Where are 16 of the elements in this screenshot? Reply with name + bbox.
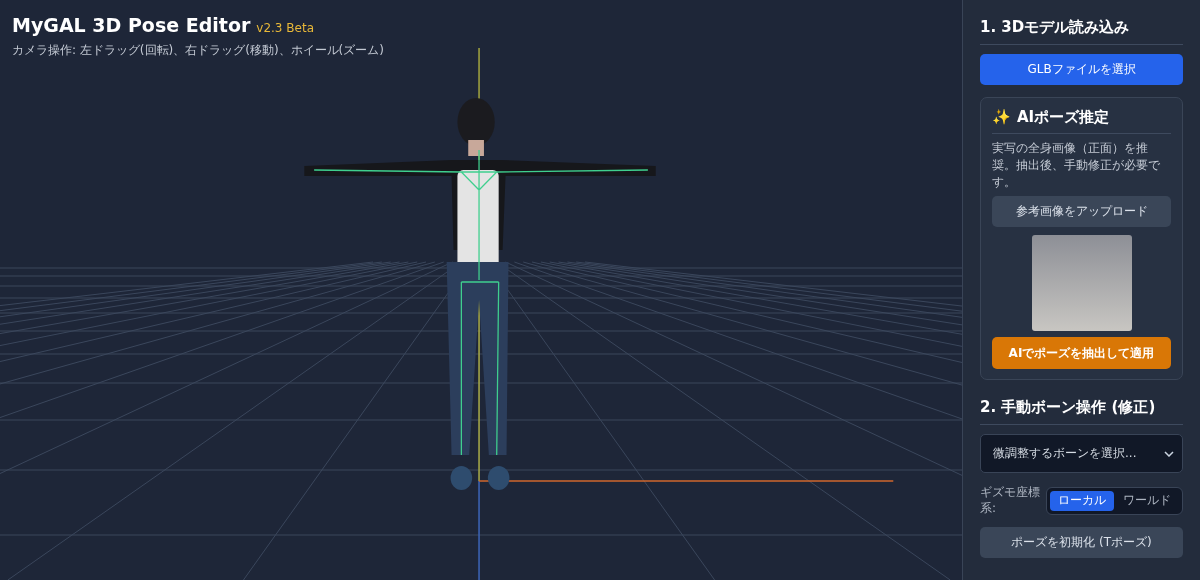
section-title: 1. 3Dモデル読み込み: [980, 14, 1183, 45]
reset-pose-button[interactable]: ポーズを初期化 (Tポーズ): [980, 526, 1183, 558]
camera-hint: カメラ操作: 左ドラッグ(回転)、右ドラッグ(移動)、ホイール(ズーム): [12, 42, 384, 59]
bone-select[interactable]: 微調整するボーンを選択...: [980, 434, 1183, 474]
upload-button[interactable]: 参考画像をアップロード: [992, 196, 1171, 228]
section-title: 2. 手動ボーン操作 (修正): [980, 394, 1183, 426]
gizmo-option[interactable]: ワールド: [1115, 491, 1179, 511]
app-title: MyGAL 3D Pose Editor: [12, 14, 251, 36]
card-description: 実写の全身画像（正面）を推奨。抽出後、手動修正が必要です。: [992, 140, 1161, 191]
card-title: AIポーズ推定: [1017, 108, 1110, 127]
sparkles-icon: ✨: [992, 108, 1011, 127]
version-label: v2.3 Beta: [256, 21, 314, 35]
chevron-down-icon: [1164, 450, 1174, 457]
file-select-button[interactable]: GLBファイルを選択: [980, 54, 1183, 85]
gizmo-option[interactable]: ローカル: [1050, 491, 1114, 511]
gizmo-label: ギズモ座標系:: [980, 485, 1040, 517]
